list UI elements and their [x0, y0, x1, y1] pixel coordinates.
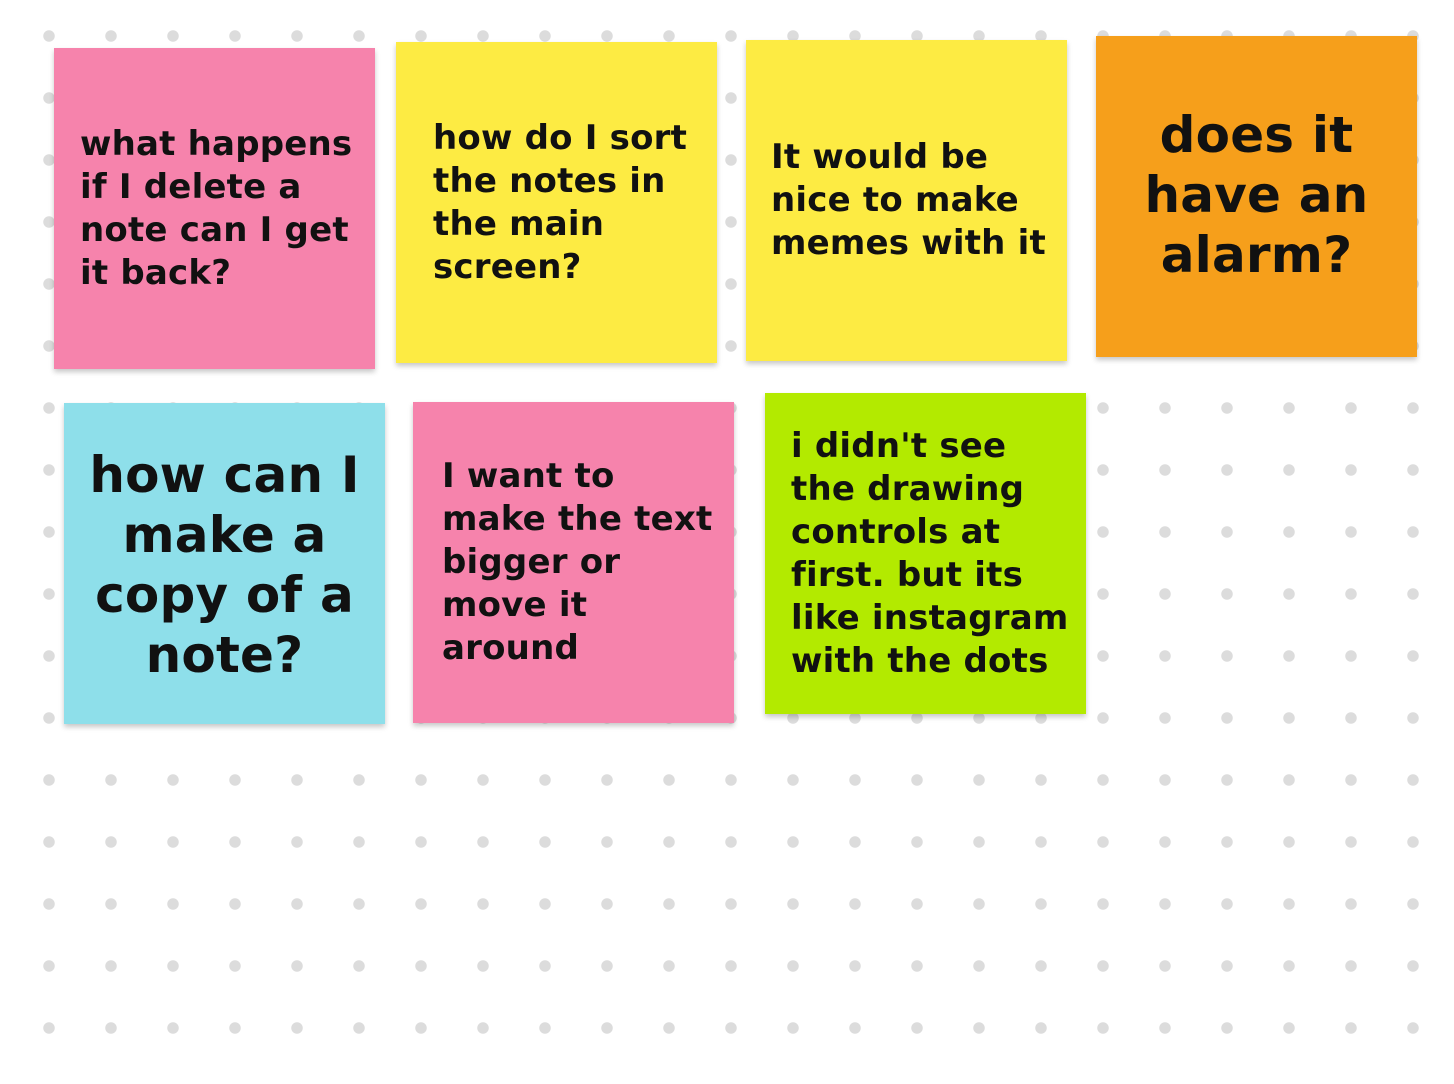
- sticky-note-text: how can I make a copy of a note?: [89, 445, 360, 684]
- sticky-note[interactable]: I want to make the text bigger or move i…: [413, 402, 734, 723]
- whiteboard-canvas[interactable]: what happens if I delete a note can I ge…: [0, 0, 1454, 1084]
- sticky-note[interactable]: does it have an alarm?: [1096, 36, 1417, 357]
- sticky-note[interactable]: how can I make a copy of a note?: [64, 403, 385, 724]
- sticky-note[interactable]: how do I sort the notes in the main scre…: [396, 42, 717, 363]
- sticky-note-text: I want to make the text bigger or move i…: [442, 456, 713, 668]
- sticky-note-text: It would be nice to make memes with it: [771, 137, 1046, 263]
- sticky-note[interactable]: It would be nice to make memes with it: [746, 40, 1067, 361]
- sticky-note[interactable]: what happens if I delete a note can I ge…: [54, 48, 375, 369]
- sticky-note-text: how do I sort the notes in the main scre…: [433, 117, 688, 287]
- sticky-note-text: does it have an alarm?: [1144, 105, 1369, 284]
- sticky-note-text: i didn't see the drawing controls at fir…: [791, 425, 1069, 681]
- sticky-note-text: what happens if I delete a note can I ge…: [80, 123, 353, 293]
- sticky-note[interactable]: i didn't see the drawing controls at fir…: [765, 393, 1086, 714]
